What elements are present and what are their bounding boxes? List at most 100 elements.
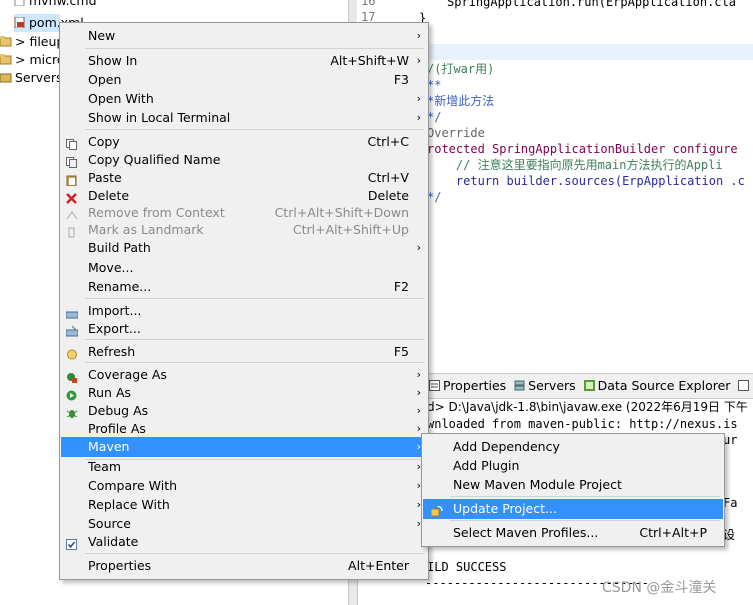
- menu-item-label: Open With: [88, 91, 154, 106]
- menu-item-validate[interactable]: Validate: [61, 532, 427, 551]
- submenu-item-new-maven-module-project[interactable]: New Maven Module Project: [423, 475, 723, 495]
- menu-item-label: Refresh: [88, 344, 136, 359]
- menu-item-shortcut: F5: [393, 344, 409, 359]
- menu-item-refresh[interactable]: Refresh F5: [61, 342, 427, 361]
- menu-item-move[interactable]: Move...: [61, 258, 427, 277]
- menu-item-team[interactable]: Team ›: [61, 457, 427, 476]
- menu-separator: [85, 362, 424, 363]
- menu-item-label: Team: [88, 459, 122, 474]
- menu-item-label: Select Maven Profiles...: [453, 525, 599, 540]
- menu-separator: [450, 496, 720, 497]
- menu-item-label: Maven: [88, 439, 130, 454]
- tree-item-fileup[interactable]: > fileup: [0, 33, 64, 51]
- landmark-icon: [66, 224, 78, 238]
- menu-item-replace-with[interactable]: Replace With ›: [61, 495, 427, 514]
- tree-item-mvnw-cmd[interactable]: mvnw.cmd: [14, 0, 97, 10]
- menu-item-profile-as[interactable]: Profile As ›: [61, 419, 427, 438]
- menu-item-label: Add Dependency: [453, 439, 560, 454]
- tab-properties[interactable]: Properties: [427, 374, 508, 398]
- watermark: CSDN @金斗潼关: [602, 580, 717, 596]
- menu-item-shortcut: Ctrl+Alt+P: [639, 525, 707, 540]
- menu-item-open[interactable]: Open F3: [61, 70, 427, 89]
- menu-item-shortcut: F2: [393, 279, 409, 294]
- tab-label: Servers: [528, 378, 576, 393]
- tab-label: Properties: [443, 378, 507, 393]
- menu-item-build-path[interactable]: Build Path ›: [61, 238, 427, 257]
- properties-icon: [429, 375, 440, 391]
- code-line: Override: [427, 126, 485, 140]
- menu-separator: [450, 520, 720, 521]
- tree-item-micro[interactable]: > micro: [0, 51, 64, 69]
- menu-item-label: New Maven Module Project: [453, 477, 622, 492]
- menu-separator: [85, 48, 424, 49]
- menu-item-label: Copy Qualified Name: [88, 152, 221, 167]
- console-line: ILD SUCCESS: [427, 560, 507, 574]
- menu-item-show-in-local-terminal[interactable]: Show in Local Terminal ›: [61, 108, 427, 127]
- tab-servers[interactable]: Servers: [512, 374, 578, 398]
- menu-item-open-with[interactable]: Open With ›: [61, 89, 427, 108]
- menu-item-label: Rename...: [88, 279, 152, 294]
- menu-item-label: Show in Local Terminal: [88, 110, 231, 125]
- tree-item-servers[interactable]: Servers: [0, 69, 63, 87]
- submenu-arrow-icon: ›: [416, 92, 421, 105]
- code-line: */: [427, 190, 442, 204]
- menu-item-coverage-as[interactable]: Coverage As ›: [61, 365, 427, 384]
- menu-item-paste[interactable]: Paste Ctrl+V: [61, 168, 427, 187]
- menu-item-mark-as-landmark[interactable]: Mark as Landmark Ctrl+Alt+Shift+Up: [61, 220, 427, 239]
- menu-separator: [85, 553, 424, 554]
- submenu-arrow-icon: ›: [416, 404, 421, 417]
- tab-label: Data Source Explorer: [597, 378, 731, 393]
- menu-item-show-in[interactable]: Show In Alt+Shift+W ›: [61, 51, 427, 70]
- console-fragment: ur: [723, 433, 738, 447]
- menu-item-source[interactable]: Source ›: [61, 514, 427, 533]
- menu-item-label: Build Path: [88, 240, 151, 255]
- code-line: // 注意这里要指向原先用main方法执行的Appli: [427, 158, 723, 172]
- paste-icon: [66, 172, 78, 187]
- code-line: **: [427, 78, 442, 92]
- menu-item-import[interactable]: Import...: [61, 301, 427, 320]
- menu-item-run-as[interactable]: Run As ›: [61, 383, 427, 402]
- submenu-item-add-plugin[interactable]: Add Plugin: [423, 456, 723, 476]
- submenu-item-add-dependency[interactable]: Add Dependency: [423, 437, 723, 457]
- menu-item-label: Update Project...: [453, 501, 557, 516]
- menu-item-new[interactable]: New ›: [61, 26, 427, 45]
- xml-file-icon: [14, 15, 26, 29]
- menu-item-copy[interactable]: Copy Ctrl+C: [61, 132, 427, 151]
- menu-item-label: Properties: [88, 558, 152, 573]
- menu-item-debug-as[interactable]: Debug As ›: [61, 401, 427, 420]
- menu-item-label: Paste: [88, 170, 122, 185]
- tab-data-source-explorer[interactable]: Data Source Explorer: [582, 374, 733, 398]
- submenu-arrow-icon: ›: [416, 111, 421, 124]
- menu-item-rename[interactable]: Rename... F2: [61, 277, 427, 296]
- menu-item-shortcut: Alt+Enter: [348, 558, 409, 573]
- menu-separator: [85, 298, 424, 299]
- menu-item-maven[interactable]: Maven ›: [61, 437, 427, 457]
- submenu-item-select-maven-profiles[interactable]: Select Maven Profiles... Ctrl+Alt+P: [423, 523, 723, 543]
- servers-icon: [514, 375, 525, 391]
- menu-item-label: Copy: [88, 134, 120, 149]
- menu-item-shortcut: Ctrl+Alt+Shift+Up: [292, 222, 409, 237]
- code-line: return builder.sources(ErpApplication .c: [427, 174, 745, 188]
- tree-item-label: > fileup: [15, 34, 65, 49]
- submenu-arrow-icon: ›: [416, 241, 421, 254]
- update-project-icon: [430, 503, 443, 517]
- submenu-arrow-icon: ›: [416, 368, 421, 381]
- import-icon: [65, 305, 79, 319]
- tree-item-label: mvnw.cmd: [29, 0, 97, 8]
- submenu-item-update-project[interactable]: Update Project...: [423, 499, 723, 519]
- tree-item-pom-xml[interactable]: pom.xml: [14, 14, 84, 32]
- servers-folder-icon: [0, 70, 12, 83]
- menu-separator: [85, 339, 424, 340]
- menu-item-label: Source: [88, 516, 131, 531]
- menu-item-properties[interactable]: Properties Alt+Enter: [61, 556, 427, 575]
- file-icon: [14, 0, 26, 7]
- menu-item-export[interactable]: Export...: [61, 319, 427, 338]
- tree-item-label: > micro: [15, 52, 65, 67]
- tab-overflow[interactable]: [736, 374, 753, 398]
- menu-item-compare-with[interactable]: Compare With ›: [61, 476, 427, 495]
- menu-item-copy-qualified-name[interactable]: Copy Qualified Name: [61, 150, 427, 169]
- code-line: /(打war用): [427, 62, 495, 76]
- run-icon: [66, 387, 78, 401]
- menu-item-label: Open: [88, 72, 122, 87]
- menu-item-shortcut: Ctrl+C: [367, 134, 409, 149]
